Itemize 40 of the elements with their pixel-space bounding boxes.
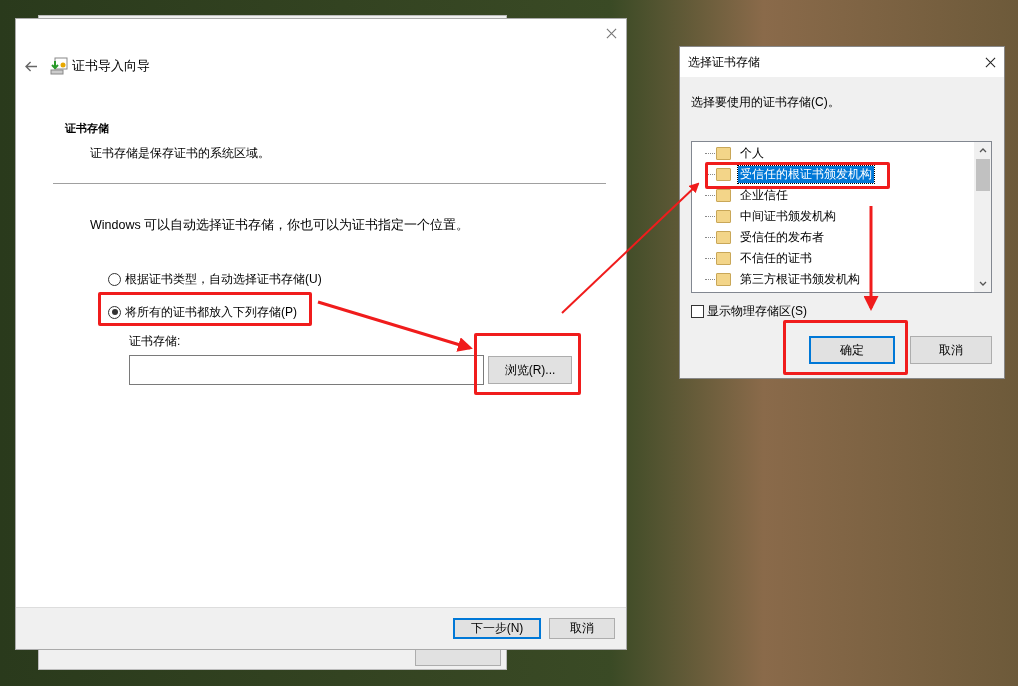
radio-button[interactable] — [108, 272, 121, 286]
certificate-icon — [50, 57, 68, 75]
radio-button[interactable] — [108, 305, 121, 319]
folder-icon — [716, 273, 731, 286]
field-label: 证书存储: — [129, 333, 181, 350]
scroll-down-icon[interactable] — [978, 281, 987, 286]
cancel-button[interactable]: 取消 — [910, 336, 992, 364]
checkbox[interactable] — [691, 305, 704, 318]
scroll-thumb[interactable] — [975, 159, 990, 191]
section-title: 证书存储 — [65, 121, 110, 136]
scroll-up-icon[interactable] — [978, 148, 987, 153]
primary-button[interactable]: 确定 — [809, 336, 895, 364]
folder-icon — [716, 189, 731, 202]
tree-item[interactable]: 第三方根证书颁发机构 — [738, 271, 862, 288]
primary-button[interactable]: 下一步(N) — [453, 618, 541, 639]
tree-item[interactable]: 企业信任 — [738, 187, 790, 204]
tree-item[interactable]: 受信任的根证书颁发机构 — [738, 166, 874, 183]
tree-item[interactable]: 个人 — [738, 145, 766, 162]
section-description: 证书存储是保存证书的系统区域。 — [89, 145, 271, 162]
tree-item[interactable]: 不信任的证书 — [738, 250, 814, 267]
tree-item[interactable]: 中间证书颁发机构 — [738, 208, 838, 225]
intro-text: Windows 可以自动选择证书存储，你也可以为证书指定一个位置。 — [89, 217, 471, 234]
dialog-title: 选择证书存储 — [688, 53, 760, 71]
prompt-text: 选择要使用的证书存储(C)。 — [691, 94, 841, 110]
folder-icon — [716, 168, 731, 181]
wizard-title: 证书导入向导 — [72, 57, 150, 75]
scrollbar[interactable] — [974, 142, 991, 292]
browse-button[interactable]: 浏览(R)... — [488, 356, 572, 384]
close-icon[interactable] — [985, 56, 996, 68]
back-icon[interactable] — [25, 60, 38, 72]
folder-icon — [716, 210, 731, 223]
radio-label[interactable]: 根据证书类型，自动选择证书存储(U) — [125, 270, 322, 288]
cancel-button[interactable]: 取消 — [549, 618, 615, 639]
folder-icon — [716, 252, 731, 265]
folder-icon — [716, 147, 731, 160]
tree-item[interactable]: 受信任的发布者 — [738, 229, 826, 246]
radio-label[interactable]: 将所有的证书都放入下列存储(P) — [125, 303, 297, 321]
folder-icon — [716, 231, 731, 244]
store-input-field[interactable] — [129, 355, 484, 385]
checkbox-label[interactable]: 显示物理存储区(S) — [707, 303, 807, 320]
